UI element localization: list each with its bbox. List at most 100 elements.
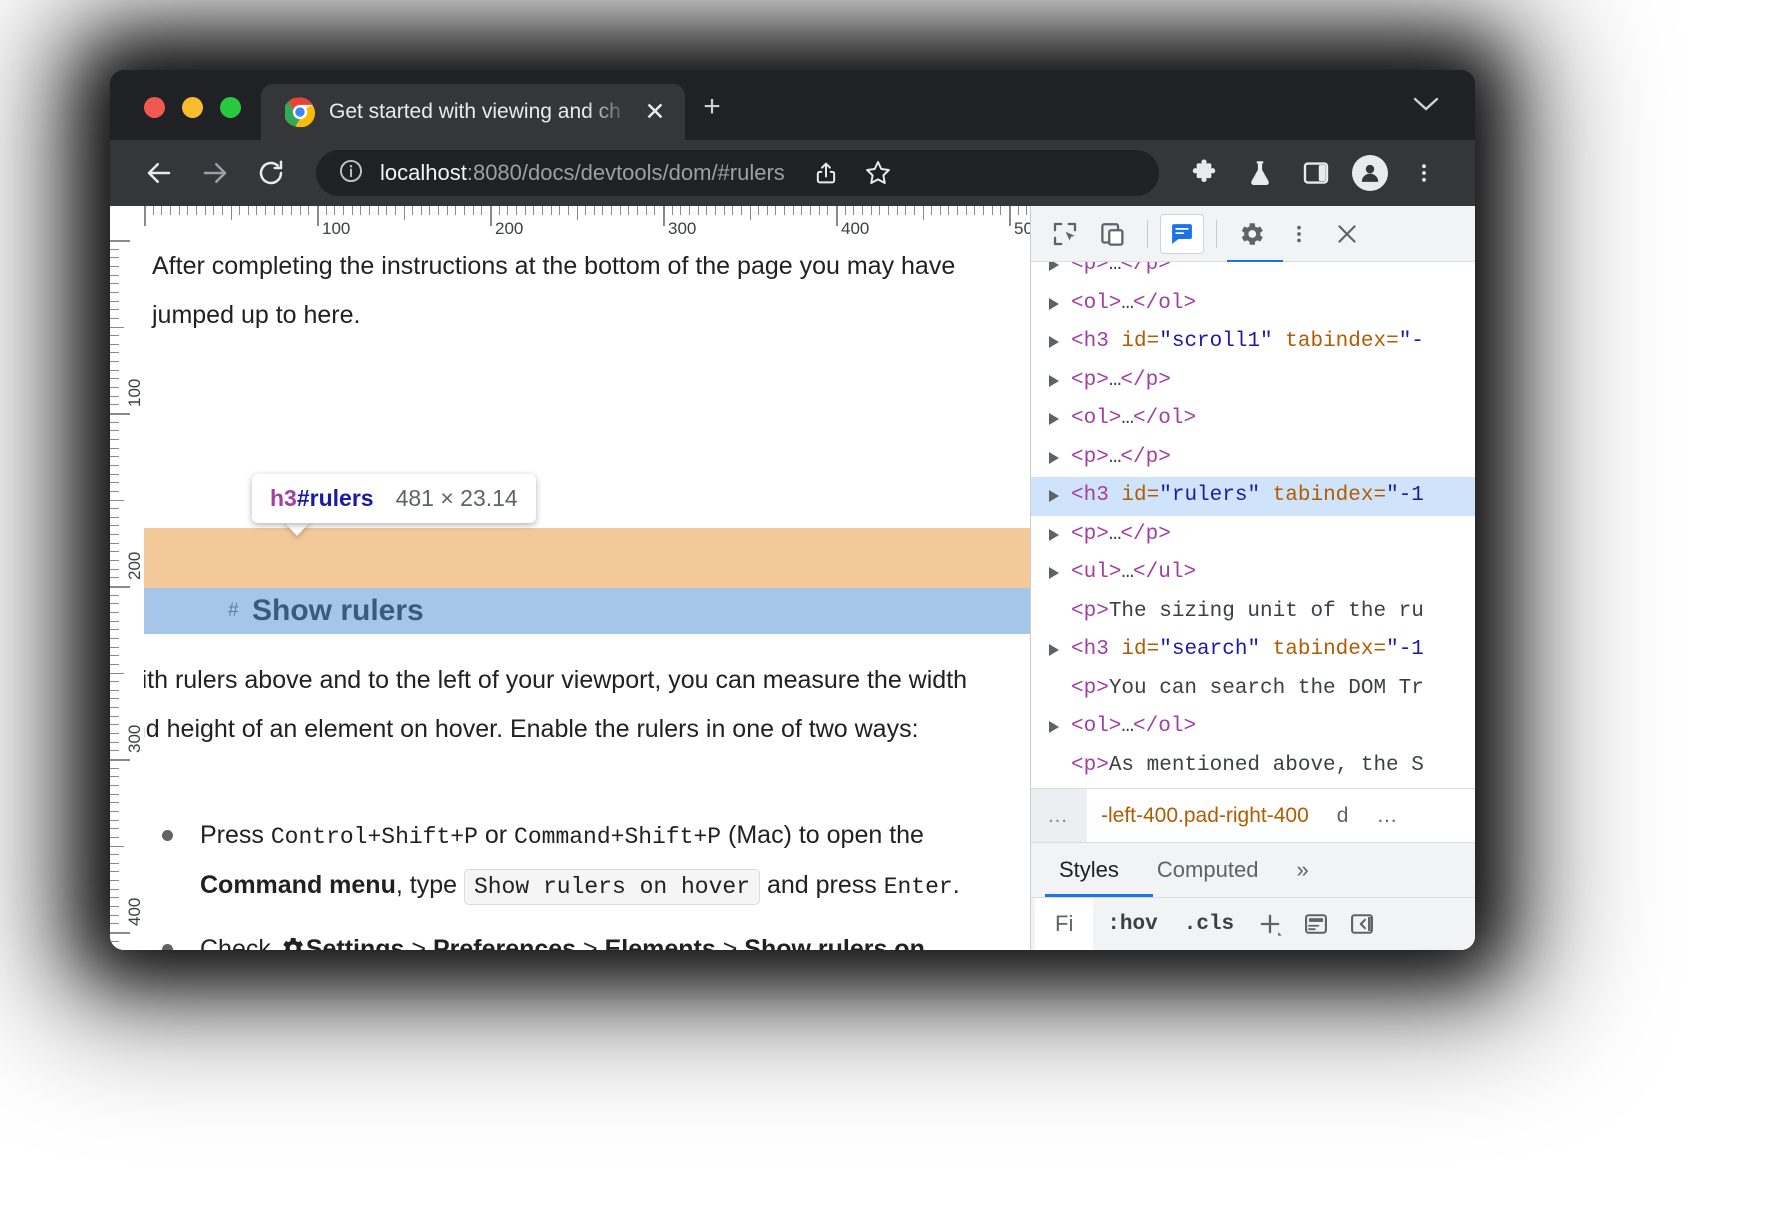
dom-node[interactable]: <p>You can search the DOM Tr [1031, 670, 1475, 709]
ruler-tick [110, 257, 119, 258]
new-tab-button[interactable]: + [685, 90, 739, 140]
cls-toggle[interactable]: .cls [1172, 913, 1246, 936]
toggle-sidebar-icon[interactable] [1340, 904, 1384, 944]
dom-node-part: <p> [1071, 523, 1109, 546]
share-icon[interactable] [801, 148, 851, 198]
ruler-tick [533, 206, 534, 215]
element-classes-icon[interactable] [1294, 904, 1338, 944]
breadcrumb-item[interactable]: d [1323, 804, 1363, 828]
ruler-tick [110, 387, 119, 388]
ruler-tick [845, 206, 846, 215]
navigation-toolbar: localhost:8080/docs/devtools/dom/#rulers [110, 140, 1475, 206]
ruler-tick [378, 206, 379, 215]
ruler-tick [602, 206, 603, 215]
styles-tabs-overflow[interactable]: » [1280, 843, 1324, 897]
ruler-tick [196, 206, 197, 215]
inspect-cursor-icon[interactable] [1043, 214, 1087, 254]
hov-toggle[interactable]: :hov [1095, 913, 1169, 936]
ruler-tick [110, 621, 119, 622]
close-tab-button[interactable]: ✕ [641, 100, 669, 125]
dom-node-part: </ol> [1133, 407, 1196, 430]
expand-triangle-icon[interactable] [1049, 375, 1059, 387]
avatar[interactable] [1352, 155, 1388, 191]
kebab-menu-icon[interactable] [1277, 214, 1321, 254]
minimize-window-button[interactable] [182, 97, 203, 118]
close-window-button[interactable] [144, 97, 165, 118]
expand-triangle-icon[interactable] [1049, 262, 1059, 271]
dom-node-part: tabindex= [1260, 638, 1386, 661]
ruler-tick [966, 206, 967, 215]
gear-icon[interactable] [1229, 214, 1273, 254]
expand-triangle-icon[interactable] [1049, 721, 1059, 733]
dom-node[interactable]: <p>…</p> [1031, 362, 1475, 401]
dom-node[interactable]: <p>…</p> [1031, 439, 1475, 478]
ruler-tick [923, 206, 924, 220]
dom-node-part: </p> [1120, 262, 1170, 276]
dom-node[interactable]: <ol>…</ol> [1031, 400, 1475, 439]
dom-node[interactable]: <h3 id="scroll1" tabindex="- [1031, 323, 1475, 362]
styles-pane: Styles Computed » Fi :hov .cls [1031, 842, 1475, 950]
ruler-tick [110, 811, 119, 812]
dom-node-part: <p> [1071, 677, 1109, 700]
expand-triangle-icon[interactable] [1049, 529, 1059, 541]
back-arrow-icon[interactable] [134, 148, 184, 198]
ruler-tick [231, 206, 232, 220]
plus-icon[interactable] [1248, 904, 1292, 944]
dom-node-selected[interactable]: <h3 id="rulers" tabindex="-1 [1031, 477, 1475, 516]
styles-filter-input[interactable]: Fi [1035, 898, 1093, 950]
expand-triangle-icon[interactable] [1049, 413, 1059, 425]
expand-triangle-icon[interactable] [1049, 567, 1059, 579]
dom-node-part: </ol> [1133, 292, 1196, 315]
ruler-tick [507, 206, 508, 215]
flask-icon[interactable] [1235, 148, 1285, 198]
kebab-menu-icon[interactable] [1399, 148, 1449, 198]
ruler-tick [110, 681, 119, 682]
tab-computed[interactable]: Computed [1141, 843, 1275, 897]
heading-anchor-link[interactable]: # [228, 588, 239, 634]
toolbar-divider [1147, 220, 1148, 248]
maximize-window-button[interactable] [220, 97, 241, 118]
expand-triangle-icon[interactable] [1049, 336, 1059, 348]
device-toggle-icon[interactable] [1091, 214, 1135, 254]
address-bar[interactable]: localhost:8080/docs/devtools/dom/#rulers [316, 150, 1159, 196]
breadcrumb[interactable]: … -left-400.pad-right-400 d … [1031, 788, 1475, 842]
breadcrumb-overflow[interactable]: … [1031, 789, 1087, 842]
dom-node[interactable]: <ol>…</ol> [1031, 708, 1475, 747]
chrome-logo-icon [285, 97, 315, 127]
ruler-tick [110, 750, 119, 751]
dom-node[interactable]: <p>…</p> [1031, 516, 1475, 555]
dom-node[interactable]: <h3 id="search" tabindex="-1 [1031, 631, 1475, 670]
reload-icon[interactable] [246, 148, 296, 198]
dom-node-part: … [1121, 292, 1133, 315]
browser-tab[interactable]: Get started with viewing and ch ✕ [261, 84, 685, 140]
dom-tree[interactable]: <p>…</p><ol>…</ol><h3 id="scroll1" tabin… [1031, 262, 1475, 788]
expand-triangle-icon[interactable] [1049, 644, 1059, 656]
tooltip-dimensions: 481 × 23.14 [396, 485, 518, 512]
expand-triangle-icon[interactable] [1049, 490, 1059, 502]
forward-arrow-icon[interactable] [190, 148, 240, 198]
dom-node-part: tabindex= [1260, 484, 1386, 507]
expand-triangle-icon[interactable] [1049, 452, 1059, 464]
chevron-down-icon[interactable] [1413, 95, 1475, 140]
side-panel-icon[interactable] [1291, 148, 1341, 198]
dom-node[interactable]: <ol>…</ol> [1031, 285, 1475, 324]
dom-node[interactable]: <h3 id="edit" tabindex="-1" [1031, 785, 1475, 788]
breadcrumb-item[interactable]: -left-400.pad-right-400 [1087, 804, 1323, 828]
elements-panel-icon[interactable] [1160, 214, 1204, 254]
dom-node-part: id= [1121, 330, 1159, 353]
expand-triangle-icon[interactable] [1049, 298, 1059, 310]
dom-node[interactable]: <p>The sizing unit of the ru [1031, 593, 1475, 632]
dom-node[interactable]: <p>…</p> [1031, 262, 1475, 285]
star-icon[interactable] [853, 148, 903, 198]
breadcrumb-trailing-overflow[interactable]: … [1362, 804, 1411, 828]
dom-node[interactable]: <p>As mentioned above, the S [1031, 747, 1475, 786]
ruler-vertical: 100200300400 [110, 206, 144, 950]
bullet2-b2: Preferences [433, 935, 576, 951]
close-x-icon[interactable] [1325, 214, 1369, 254]
ruler-tick [620, 206, 621, 215]
puzzle-piece-icon[interactable] [1179, 148, 1229, 198]
tab-styles[interactable]: Styles [1043, 843, 1135, 897]
info-circle-icon[interactable] [338, 158, 364, 189]
dom-node[interactable]: <ul>…</ul> [1031, 554, 1475, 593]
ruler-tick [438, 206, 439, 215]
